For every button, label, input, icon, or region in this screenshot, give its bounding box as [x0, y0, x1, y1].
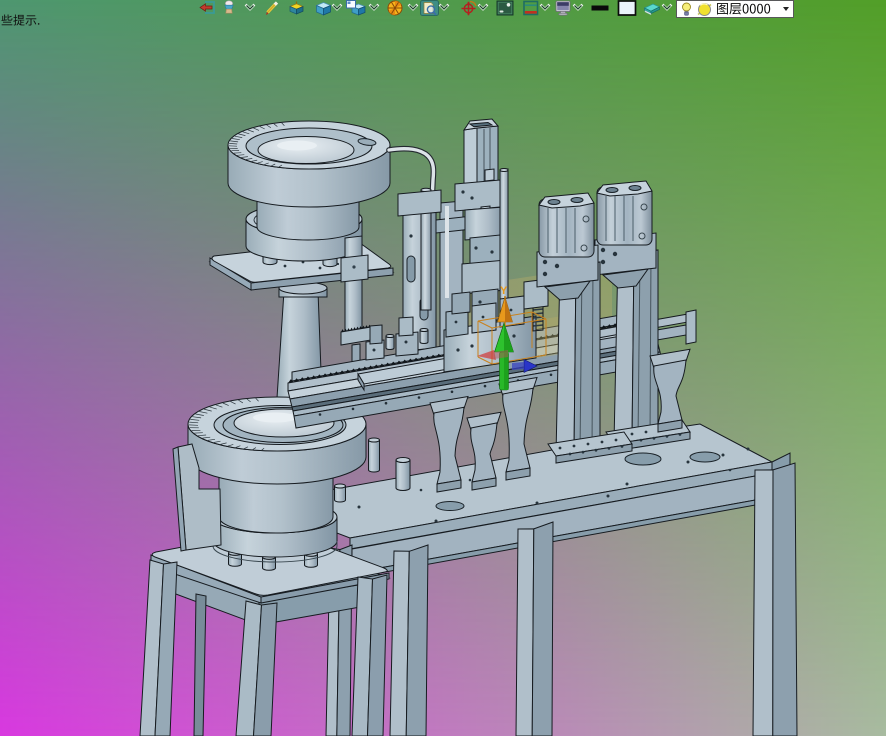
locate-target-icon[interactable] — [458, 0, 479, 16]
layer-combo-value — [716, 2, 771, 18]
scene-settings-icon[interactable] — [496, 0, 514, 16]
exit-icon[interactable] — [199, 0, 217, 16]
toolbar — [0, 0, 886, 18]
layer-color-circle-icon[interactable] — [696, 2, 713, 17]
dropdown-chevron-icon[interactable] — [438, 1, 450, 14]
dropdown-chevron-icon[interactable] — [539, 1, 551, 14]
cad-application-window: Y — [0, 0, 886, 736]
render-palette-icon[interactable] — [385, 0, 405, 16]
dropdown-chevron-icon[interactable] — [477, 1, 489, 14]
dropdown-chevron-icon[interactable] — [331, 1, 343, 14]
lightbulb-icon[interactable] — [680, 2, 693, 16]
insert-part-icon[interactable] — [221, 0, 237, 16]
lower-bowl-feeder[interactable] — [172, 396, 367, 571]
gizmo-axis-label: Y — [500, 285, 508, 297]
table-window-icon[interactable] — [522, 0, 540, 16]
hint-text — [1, 14, 41, 34]
layer-combo-text — [717, 2, 771, 15]
combo-dropdown-arrow-icon[interactable] — [783, 7, 789, 11]
sketch-plane-icon[interactable] — [288, 0, 305, 16]
layer-combo-box[interactable] — [676, 0, 794, 18]
view-window-icon[interactable] — [346, 0, 366, 16]
line-width-icon[interactable] — [590, 0, 610, 16]
color-swatch-icon[interactable] — [617, 0, 637, 16]
eraser-book-icon[interactable] — [642, 0, 662, 16]
dropdown-chevron-icon[interactable] — [572, 1, 584, 14]
dropdown-chevron-icon[interactable] — [407, 1, 419, 14]
dropdown-chevron-icon[interactable] — [661, 1, 673, 14]
zoom-document-icon[interactable] — [420, 0, 439, 16]
display-monitor-icon[interactable] — [554, 0, 572, 16]
dropdown-chevron-icon[interactable] — [368, 1, 380, 14]
dropdown-chevron-icon[interactable] — [244, 1, 256, 14]
cad-model-machine[interactable]: Y — [0, 0, 886, 736]
sketch-pencil-icon[interactable] — [264, 0, 281, 16]
